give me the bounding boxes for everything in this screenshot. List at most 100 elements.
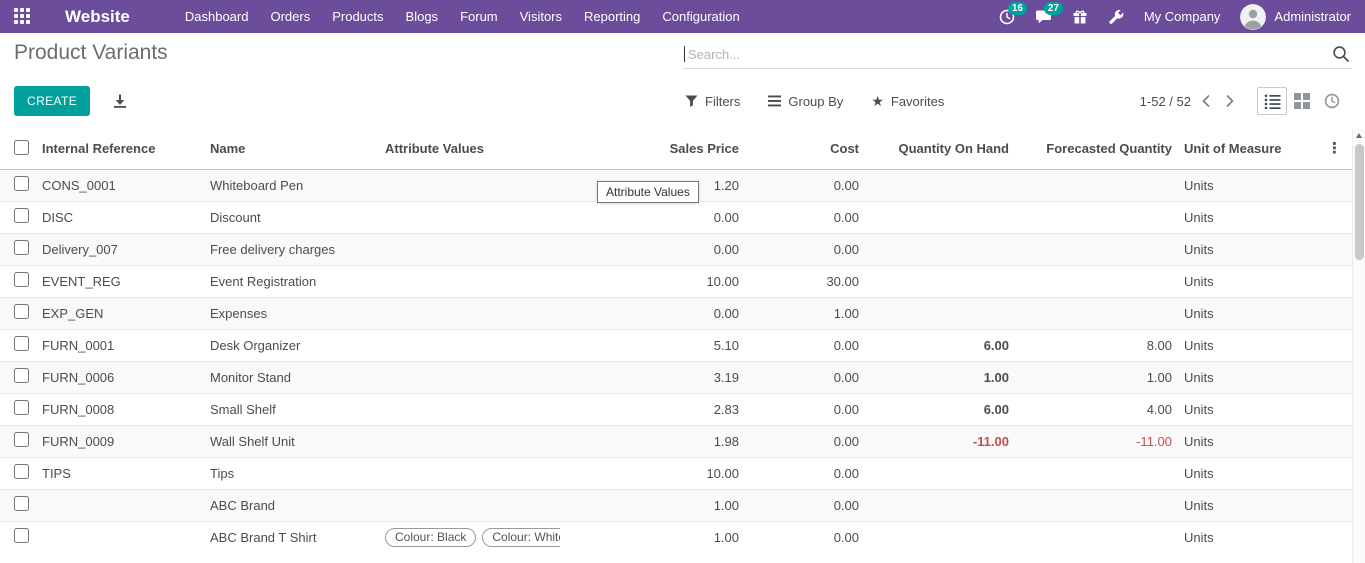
table-row[interactable]: DISCDiscount0.000.00Units (0, 201, 1352, 233)
search-icon[interactable] (1332, 45, 1350, 63)
table-row[interactable]: EVENT_REGEvent Registration10.0030.00Uni… (0, 265, 1352, 297)
row-checkbox[interactable] (14, 304, 29, 319)
table-row[interactable]: ABC Brand1.000.00Units (0, 489, 1352, 521)
search-options: Filters Group By ★ Favorites (685, 73, 944, 129)
cell-options (1295, 265, 1352, 297)
pager-value: 1-52 / 52 (1140, 94, 1191, 109)
optional-columns-icon[interactable]: ⋮ (1327, 140, 1342, 157)
attribute-value-pill: Colour: White (482, 528, 560, 547)
chevron-right-icon (1226, 94, 1235, 108)
app-brand[interactable]: Website (65, 7, 130, 27)
row-checkbox[interactable] (14, 464, 29, 479)
group-by-button[interactable]: Group By (768, 94, 843, 109)
menu-products[interactable]: Products (321, 0, 394, 33)
col-cost[interactable]: Cost (742, 129, 862, 169)
scrollbar-up-arrow[interactable] (1353, 129, 1365, 142)
row-checkbox[interactable] (14, 176, 29, 191)
menu-visitors[interactable]: Visitors (509, 0, 573, 33)
apps-grid-icon[interactable] (14, 8, 31, 25)
table-row[interactable]: FURN_0008Small Shelf2.830.006.004.00Unit… (0, 393, 1352, 425)
cell-options (1295, 489, 1352, 521)
favorites-button[interactable]: ★ Favorites (871, 94, 944, 109)
group-by-icon (768, 95, 781, 107)
row-checkbox[interactable] (14, 240, 29, 255)
cell-cost: 0.00 (742, 201, 862, 233)
col-qty-on-hand[interactable]: Quantity On Hand (862, 129, 1012, 169)
menu-forum[interactable]: Forum (449, 0, 509, 33)
main-menu: Dashboard Orders Products Blogs Forum Vi… (174, 0, 751, 33)
col-internal-reference[interactable]: Internal Reference (42, 129, 210, 169)
cell-internal-reference: DISC (42, 201, 210, 233)
table-row[interactable]: Delivery_007Free delivery charges0.000.0… (0, 233, 1352, 265)
row-checkbox[interactable] (14, 496, 29, 511)
activities-button[interactable]: 16 (999, 9, 1015, 25)
cell-attribute-values (385, 265, 560, 297)
cell-sales-price: 3.19 (560, 361, 742, 393)
cell-qty-on-hand (862, 457, 1012, 489)
search-box[interactable] (683, 40, 1352, 69)
messages-button[interactable]: 27 (1035, 9, 1052, 25)
cell-attribute-values: Colour: BlackColour: White (385, 521, 560, 553)
cell-options (1295, 169, 1352, 201)
table-row[interactable]: FURN_0006Monitor Stand3.190.001.001.00Un… (0, 361, 1352, 393)
create-button[interactable]: CREATE (14, 86, 90, 116)
menu-blogs[interactable]: Blogs (395, 0, 450, 33)
row-checkbox[interactable] (14, 272, 29, 287)
kanban-view-button[interactable] (1287, 87, 1317, 115)
cell-name: Monitor Stand (210, 361, 385, 393)
cell-sales-price: 1.00 (560, 521, 742, 553)
table-row[interactable]: ABC Brand T ShirtColour: BlackColour: Wh… (0, 521, 1352, 553)
cell-attribute-values (385, 457, 560, 489)
row-checkbox[interactable] (14, 208, 29, 223)
company-menu[interactable]: My Company (1144, 9, 1221, 24)
pager-next-button[interactable] (1220, 90, 1241, 112)
table-row[interactable]: TIPSTips10.000.00Units (0, 457, 1352, 489)
cell-internal-reference: Delivery_007 (42, 233, 210, 265)
cell-internal-reference (42, 521, 210, 553)
select-all-checkbox[interactable] (14, 140, 29, 155)
cell-attribute-values (385, 489, 560, 521)
table-row[interactable]: FURN_0001Desk Organizer5.100.006.008.00U… (0, 329, 1352, 361)
cell-options (1295, 457, 1352, 489)
menu-reporting[interactable]: Reporting (573, 0, 651, 33)
cell-name: Whiteboard Pen (210, 169, 385, 201)
table-row[interactable]: EXP_GENExpenses0.001.00Units (0, 297, 1352, 329)
col-uom[interactable]: Unit of Measure (1175, 129, 1295, 169)
menu-dashboard[interactable]: Dashboard (174, 0, 260, 33)
table-row[interactable]: FURN_0009Wall Shelf Unit1.980.00-11.00-1… (0, 425, 1352, 457)
export-icon[interactable] (112, 93, 128, 109)
col-sales-price[interactable]: Sales Price (560, 129, 742, 169)
cell-uom: Units (1175, 169, 1295, 201)
search-input[interactable] (685, 47, 1332, 62)
cell-qty-on-hand (862, 201, 1012, 233)
list-view-button[interactable] (1257, 87, 1287, 115)
activity-view-button[interactable] (1317, 87, 1347, 115)
col-name[interactable]: Name (210, 129, 385, 169)
filters-button[interactable]: Filters (685, 94, 740, 109)
user-menu[interactable]: Administrator (1240, 4, 1351, 30)
menu-configuration[interactable]: Configuration (651, 0, 750, 33)
col-attribute-values[interactable]: Attribute Values (385, 129, 560, 169)
cell-uom: Units (1175, 361, 1295, 393)
wrench-icon (1108, 9, 1124, 25)
col-forecasted-qty[interactable]: Forecasted Quantity (1012, 129, 1175, 169)
cell-internal-reference: EXP_GEN (42, 297, 210, 329)
cell-forecasted-qty (1012, 169, 1175, 201)
row-checkbox[interactable] (14, 528, 29, 543)
cell-cost: 1.00 (742, 297, 862, 329)
pager-previous-button[interactable] (1195, 90, 1216, 112)
cell-cost: 0.00 (742, 425, 862, 457)
menu-orders[interactable]: Orders (259, 0, 321, 33)
row-checkbox[interactable] (14, 368, 29, 383)
tools-button[interactable] (1108, 9, 1124, 25)
row-checkbox[interactable] (14, 432, 29, 447)
row-checkbox[interactable] (14, 336, 29, 351)
cell-internal-reference: FURN_0008 (42, 393, 210, 425)
scrollbar-thumb[interactable] (1355, 144, 1364, 260)
group-by-label: Group By (788, 94, 843, 109)
gift-button[interactable] (1072, 9, 1088, 25)
row-checkbox[interactable] (14, 400, 29, 415)
star-icon: ★ (871, 94, 884, 108)
vertical-scrollbar[interactable] (1352, 129, 1365, 563)
breadcrumb-bar: Product Variants (0, 33, 1365, 73)
